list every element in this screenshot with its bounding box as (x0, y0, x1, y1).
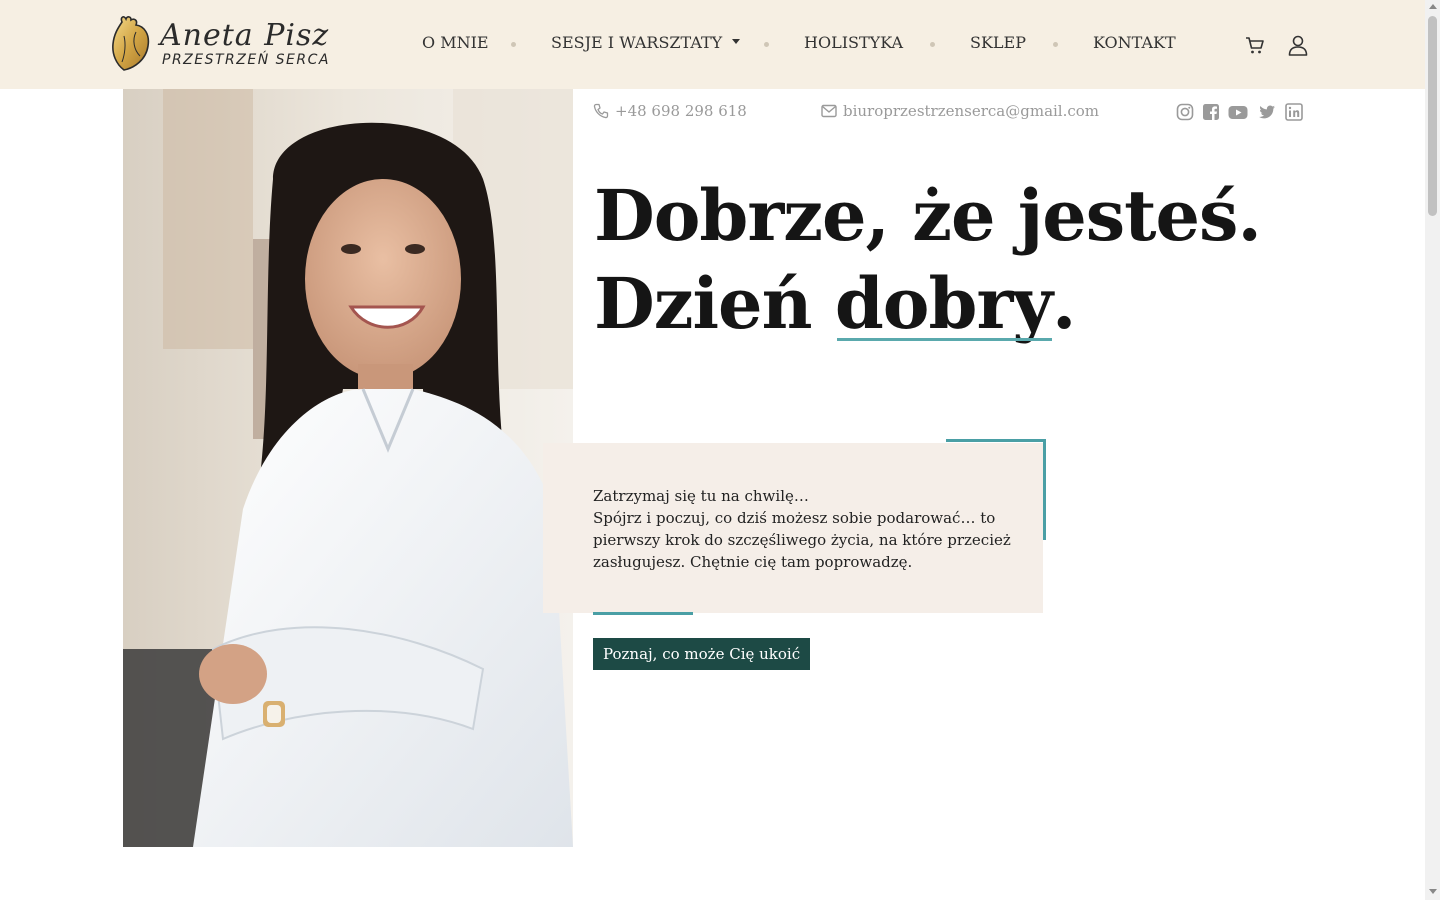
user-icon[interactable] (1287, 34, 1309, 56)
scroll-up-arrow-icon[interactable] (1429, 4, 1437, 9)
portrait-illustration (123, 89, 573, 847)
contact-email-text: biuroprzestrzenserca@gmail.com (843, 102, 1100, 120)
twitter-icon[interactable] (1258, 103, 1276, 121)
accent-line-bottom (593, 612, 693, 615)
headline-line-2-prefix: Dzień (594, 262, 835, 345)
nav-item-o-mnie[interactable]: O MNIE (422, 33, 489, 52)
nav-separator-dot (764, 42, 769, 47)
accent-line-right (1043, 440, 1046, 540)
contact-phone[interactable]: +48 698 298 618 (593, 102, 747, 120)
brand-tagline: PRZESTRZEŃ SERCA (162, 52, 330, 68)
envelope-icon (821, 104, 837, 118)
nav-separator-dot (1053, 42, 1058, 47)
brand-name: Aneta Pisz (160, 18, 330, 53)
youtube-icon[interactable] (1228, 103, 1248, 121)
intro-line-1: Zatrzymaj się tu na chwilę… (593, 487, 809, 505)
nav-item-sklep[interactable]: SKLEP (970, 33, 1026, 52)
headline-line-1: Dobrze, że jesteś. (594, 174, 1262, 257)
nav-separator-dot (511, 42, 516, 47)
nav-item-sesje-i-warsztaty[interactable]: SESJE I WARSZTATY (551, 33, 741, 52)
nav-item-holistyka[interactable]: HOLISTYKA (804, 33, 903, 52)
hero-portrait-photo (123, 89, 573, 847)
brand-logo[interactable]: Aneta Pisz PRZESTRZEŃ SERCA (110, 12, 328, 72)
scroll-down-arrow-icon[interactable] (1429, 889, 1437, 894)
contact-phone-text: +48 698 298 618 (615, 102, 747, 120)
phone-icon (593, 103, 609, 119)
nav-item-label: SESJE I WARSZTATY (551, 33, 723, 52)
intro-line-2: Spójrz i poczuj, co dziś możesz sobie po… (593, 509, 1011, 571)
headline-line-2-suffix: . (1052, 262, 1076, 345)
linkedin-icon[interactable] (1285, 103, 1303, 121)
facebook-icon[interactable] (1202, 103, 1220, 121)
scrollbar-thumb[interactable] (1428, 16, 1437, 216)
page-scrollbar[interactable] (1425, 0, 1440, 900)
intro-card: Zatrzymaj się tu na chwilę… Spójrz i poc… (543, 443, 1043, 613)
instagram-icon[interactable] (1176, 103, 1194, 121)
contact-email[interactable]: biuroprzestrzenserca@gmail.com (821, 102, 1099, 120)
headline-highlight-word: dobry (835, 260, 1053, 348)
nav-item-kontakt[interactable]: KONTAKT (1093, 33, 1176, 52)
caret-down-icon (732, 39, 741, 44)
cta-button[interactable]: Poznaj, co może Cię ukoić (593, 638, 811, 670)
accent-line-top (946, 439, 1046, 442)
hero-headline: Dobrze, że jesteś. Dzień dobry. (594, 172, 1262, 348)
nav-separator-dot (930, 42, 935, 47)
heart-logo-icon (112, 16, 150, 71)
intro-text: Zatrzymaj się tu na chwilę… Spójrz i poc… (593, 485, 1013, 573)
site-header: Aneta Pisz PRZESTRZEŃ SERCA O MNIE SESJE… (0, 0, 1425, 89)
cart-icon[interactable] (1244, 34, 1266, 56)
